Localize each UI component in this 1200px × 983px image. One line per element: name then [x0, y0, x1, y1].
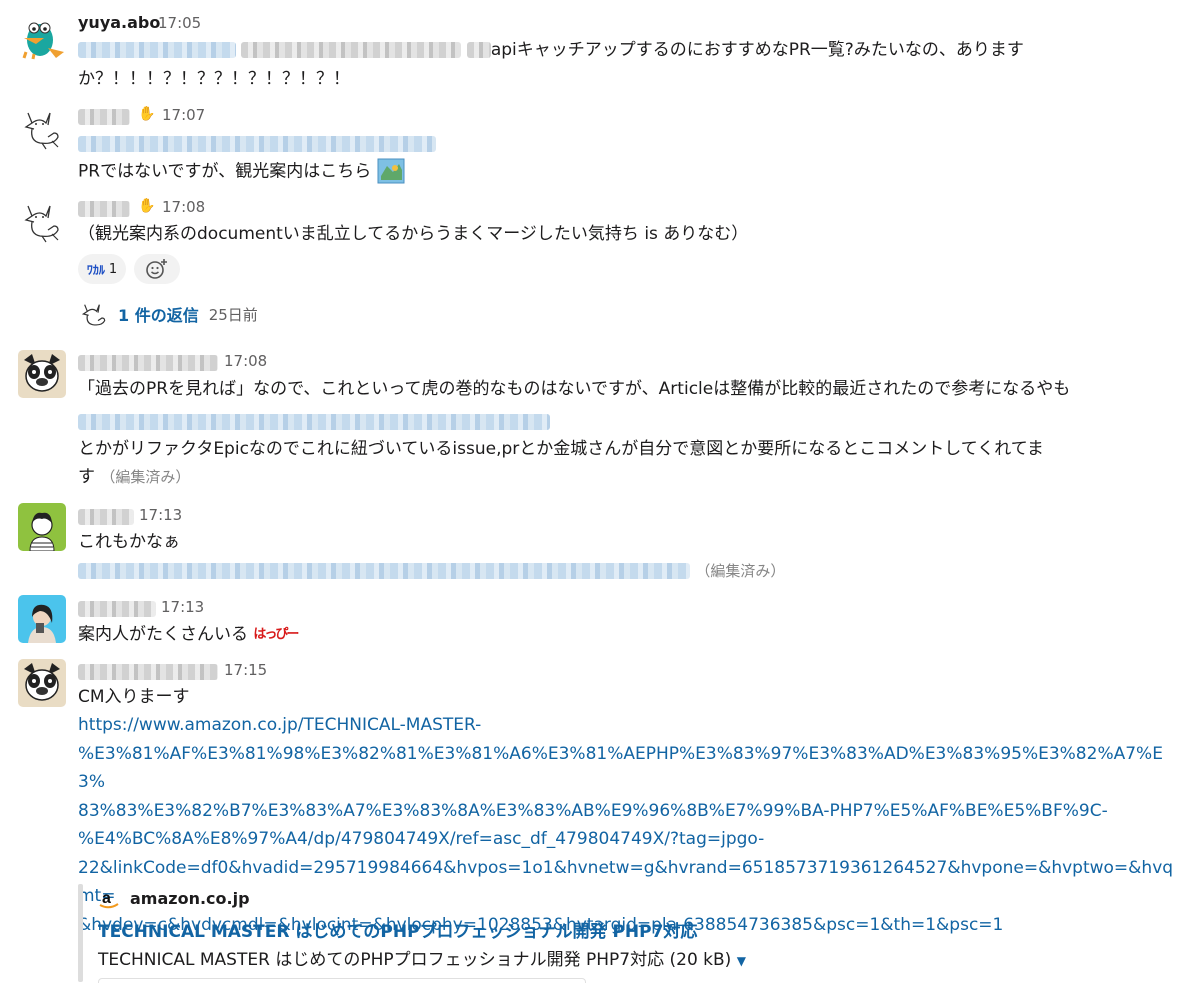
message-text: PRではないですが、観光案内はこちら: [78, 157, 405, 187]
message-timestamp[interactable]: 17:08: [162, 198, 205, 216]
avatar-yuya-abo[interactable]: [18, 12, 66, 60]
edited-label: （編集済み）: [695, 562, 786, 580]
add-reaction-button[interactable]: [134, 254, 180, 284]
message-text: （観光案内系のdocumentいま乱立してるからうまくマージしたい気持ち is …: [78, 224, 749, 244]
amazon-logo-icon: a: [99, 890, 119, 909]
thread-last-reply-age: 25日前: [208, 305, 258, 324]
add-emoji-icon: [146, 259, 167, 279]
message-timestamp[interactable]: 17:13: [161, 598, 204, 616]
map-emoji-icon: [377, 157, 405, 186]
svg-text:a: a: [102, 890, 111, 907]
link-preview-site: amazon.co.jp: [130, 889, 250, 908]
message-line-3: す （編集済み）: [78, 463, 190, 492]
thread-reply-count[interactable]: 1 件の返信: [118, 302, 199, 326]
thread-avatar-icon: [78, 298, 110, 330]
redacted-author[interactable]: [78, 598, 156, 617]
message-line-3-text: す: [78, 467, 95, 487]
link-preview-desc-text: TECHNICAL MASTER はじめてのPHPプロフェッショナル開発 PHP…: [98, 950, 732, 970]
message-timestamp[interactable]: 17:13: [139, 506, 182, 524]
redacted-author[interactable]: [78, 352, 218, 371]
status-emoji-icon: ✋: [138, 198, 156, 214]
message-line-1: apiキャッチアップするのにおすすめなPR一覧?みたいなの、あります: [490, 40, 1024, 60]
status-emoji-icon: ✋: [138, 106, 156, 122]
avatar-pug[interactable]: [18, 350, 66, 398]
avatar-person-green[interactable]: [18, 503, 66, 551]
avatar-pug[interactable]: [18, 659, 66, 707]
link-preview-title[interactable]: TECHNICAL MASTER はじめてのPHPプロフェッショナル開発 PHP…: [98, 917, 697, 942]
message-text-content: PRではないですが、観光案内はこちら: [78, 161, 372, 182]
url-line-4: %E4%BC%8A%E8%97%A4/dp/479804749X/ref=asc…: [78, 829, 765, 849]
redacted-text: [241, 42, 462, 58]
message-text: これもかなぁ: [78, 532, 180, 552]
redacted-text: [466, 42, 491, 58]
message-timestamp[interactable]: 17:15: [224, 661, 267, 679]
redacted-link[interactable]: [78, 563, 690, 579]
url-line-1: https://www.amazon.co.jp/TECHNICAL-MASTE…: [78, 715, 482, 735]
message-text-content: 案内人がたくさんいる: [78, 624, 248, 645]
reaction-count: 1: [108, 261, 118, 277]
redacted-author[interactable]: [78, 506, 134, 525]
avatar-dog-sketch[interactable]: [18, 196, 66, 244]
link-preview-description: TECHNICAL MASTER はじめてのPHPプロフェッショナル開発 PHP…: [98, 945, 746, 970]
redacted-author[interactable]: [78, 198, 130, 217]
url-line-3: 83%83%E3%82%B7%E3%83%A7%E3%83%8A%E3%83%A…: [78, 800, 1108, 821]
message-text: apiキャッチアップするのにおすすめなPR一覧?みたいなの、あります: [78, 36, 1024, 65]
message-timestamp[interactable]: 17:08: [224, 352, 267, 370]
thread-summary[interactable]: 1 件の返信 25日前: [78, 298, 258, 330]
edited-label: （編集済み）: [100, 468, 191, 486]
reaction-wakaru[interactable]: ﾜｶﾙ 1: [78, 254, 126, 284]
message-text: 案内人がたくさんいる はっぴー: [78, 620, 299, 650]
redacted-author[interactable]: [78, 106, 130, 125]
message-line-2: とかがリファクタEpicなのでこれに紐づいているissue,prとか金城さんが自…: [78, 439, 1044, 459]
redacted-author[interactable]: [78, 661, 218, 680]
author-name[interactable]: yuya.abo: [78, 13, 160, 32]
avatar-person-blue[interactable]: [18, 595, 66, 643]
redacted-link[interactable]: [78, 411, 550, 430]
avatar-dog-sketch[interactable]: [18, 103, 66, 151]
message-line-2: か？！！！？！？？！？！？！？！: [78, 69, 350, 89]
message-timestamp[interactable]: 17:07: [162, 106, 205, 124]
link-line: （編集済み）: [78, 557, 785, 586]
message-line-1: 「過去のPRを見れば」なので、これといって虎の巻的なものはないですが、Artic…: [78, 379, 1071, 399]
url-line-2: %E3%81%AF%E3%81%98%E3%82%81%E3%81%A6%E3%…: [78, 743, 1163, 793]
collapse-preview-icon[interactable]: ▼: [737, 954, 746, 968]
redacted-link[interactable]: [78, 133, 436, 152]
link-preview-image-frame: [98, 978, 586, 983]
message-timestamp[interactable]: 17:05: [158, 14, 201, 32]
redacted-mention: [78, 42, 236, 58]
happy-emoji-icon: はっぴー: [253, 627, 299, 642]
link-preview-bar: [78, 884, 83, 982]
message-text: CM入りまーす: [78, 687, 190, 707]
wakaru-emoji-icon: ﾜｶﾙ: [86, 262, 105, 277]
